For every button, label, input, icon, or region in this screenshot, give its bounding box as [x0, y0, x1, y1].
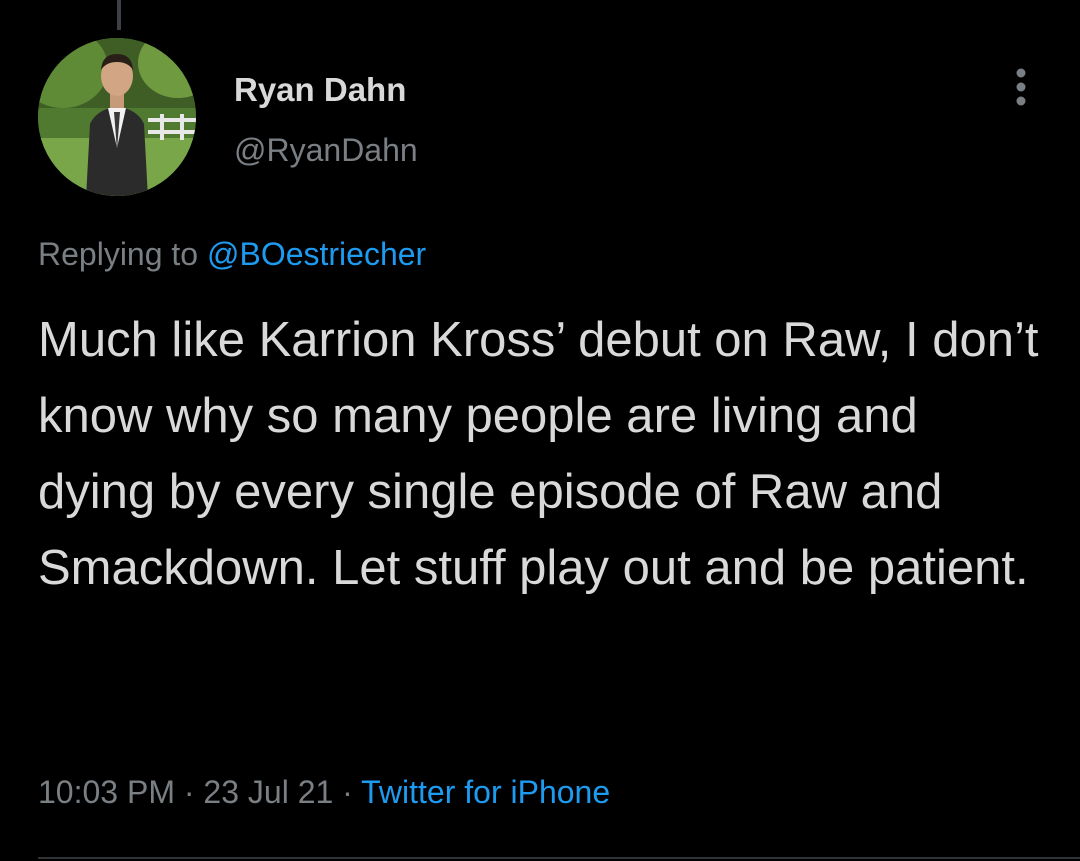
tweet-metadata: 10:03 PM · 23 Jul 21 · Twitter for iPhon…	[38, 770, 610, 814]
author-handle[interactable]: @RyanDahn	[234, 130, 418, 170]
replying-to-label: Replying to	[38, 236, 199, 272]
avatar[interactable]	[38, 38, 196, 196]
tweet-time[interactable]: 10:03 PM	[38, 774, 175, 810]
reply-mention-link[interactable]: @BOestriecher	[207, 236, 426, 272]
tweet-text: Much like Karrion Kross’ debut on Raw, I…	[38, 313, 1039, 595]
meta-separator: ·	[183, 774, 195, 810]
divider	[38, 857, 1080, 859]
replying-to-line: Replying to @BOestriecher	[38, 232, 426, 276]
more-vertical-icon	[1016, 68, 1026, 106]
meta-separator: ·	[342, 774, 353, 810]
tweet-source-link[interactable]: Twitter for iPhone	[361, 774, 610, 810]
tweet-date[interactable]: 23 Jul 21	[203, 774, 333, 810]
more-options-button[interactable]	[1006, 66, 1036, 108]
profile-photo-icon	[38, 38, 196, 196]
thread-connector-line	[117, 0, 121, 30]
author-display-name[interactable]: Ryan Dahn	[234, 70, 406, 110]
